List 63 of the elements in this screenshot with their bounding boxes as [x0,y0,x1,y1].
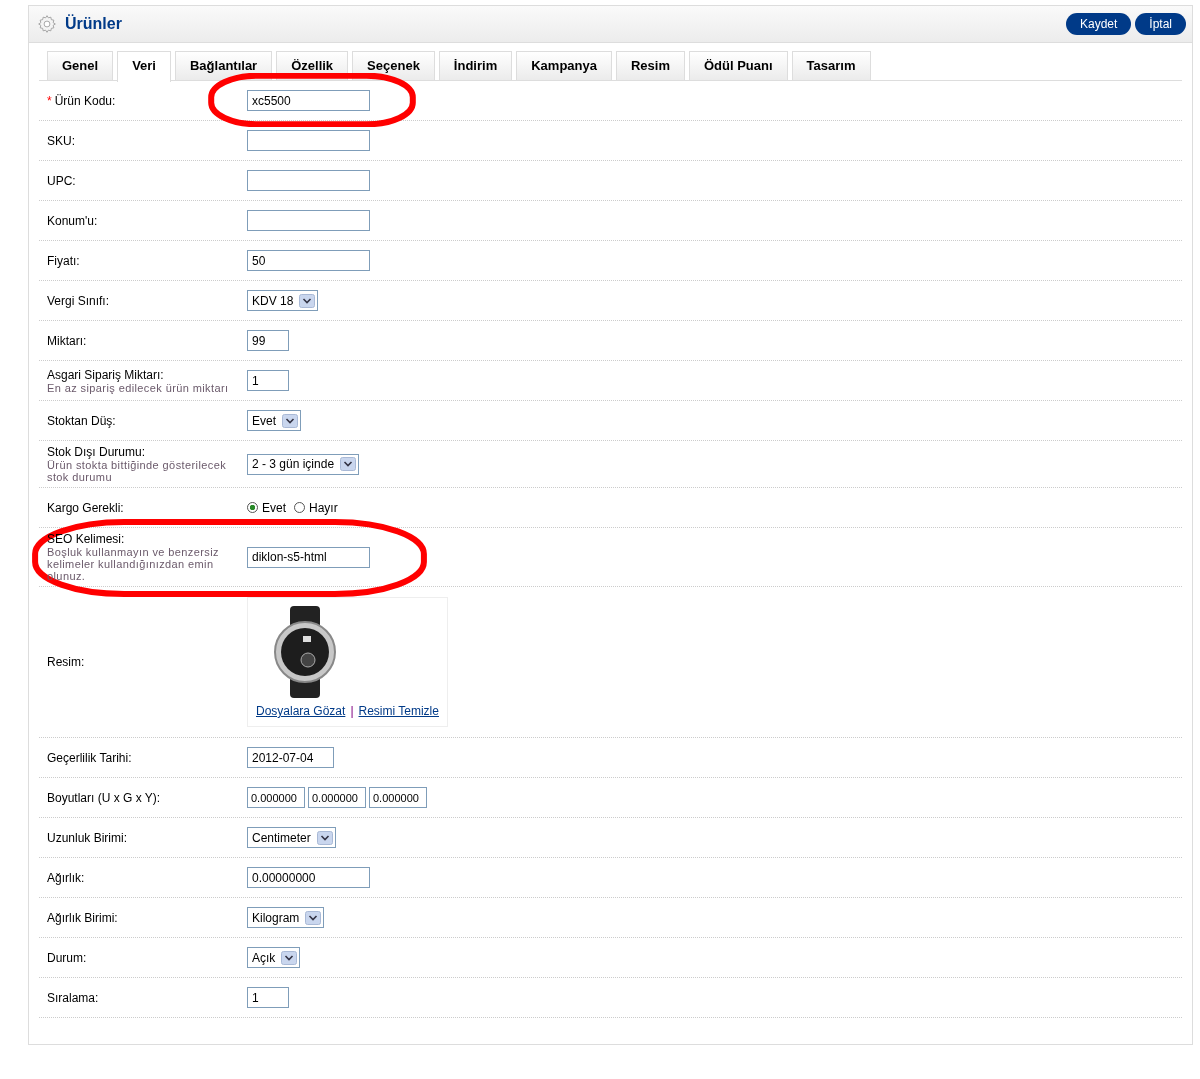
tab[interactable]: Veri [117,51,171,82]
field-label: Ağırlık: [47,870,85,885]
input-field[interactable]: 2012-07-04 [247,747,334,768]
help-text: En az sipariş edilecek ürün miktarı [47,381,230,394]
tab[interactable]: Kampanya [516,51,612,80]
field-label: Stok Dışı Durumu: [47,445,146,459]
field-label: Stoktan Düş: [47,413,116,428]
tab[interactable]: Tasarım [791,51,871,80]
input-field[interactable] [247,130,370,151]
input-field[interactable]: diklon-s5-html [247,546,370,568]
input-field[interactable]: 1 [247,370,289,391]
dropdown[interactable]: KDV 18 [247,290,319,311]
input-field[interactable]: 50 [247,250,370,271]
link-separator: | [350,704,354,718]
tab[interactable]: İndirim [438,51,513,80]
dropdown[interactable]: Centimeter [247,827,336,848]
field-label: Ürün Kodu: [54,93,116,108]
input-field[interactable]: xc5500 [247,90,370,111]
input-field[interactable]: 0.000000 [308,787,366,808]
field-label: Durum: [47,950,87,965]
input-field[interactable]: 0.000000 [369,787,427,808]
field-label: SKU: [47,133,75,148]
input-field[interactable]: 0.00000000 [247,867,370,888]
settings-icon [37,14,57,34]
dropdown[interactable]: Açık [247,947,301,968]
field-label: Miktarı: [47,333,87,348]
field-label: Asgari Sipariş Miktarı: [47,367,164,382]
radio-label: Evet [262,500,286,515]
field-label: Ağırlık Birimi: [47,910,118,925]
tab[interactable]: Bağlantılar [175,51,273,80]
browse-files-link[interactable]: Dosyalara Gözat [256,704,346,718]
input-field[interactable]: 0.000000 [247,787,305,808]
field-label: Sıralama: [47,990,99,1005]
tab[interactable]: Resim [615,51,685,80]
tab[interactable]: Genel [47,51,114,80]
save-button[interactable]: Kaydet [1065,13,1132,35]
input-field[interactable] [247,170,370,191]
dropdown[interactable]: Evet [247,410,301,431]
help-text: Ürün stokta bittiğinde gösterilecek stok durumu [47,459,228,483]
dropdown[interactable]: 2 - 3 gün içinde [247,453,360,475]
field-label: UPC: [47,173,76,188]
input-field[interactable]: 99 [247,330,289,351]
field-label: Geçerlilik Tarihi: [47,750,132,765]
field-label: Kargo Gerekli: [47,500,124,515]
field-label: Boyutları (U x G x Y): [47,790,161,805]
field-label: Konum'u: [47,213,98,228]
field-label: Vergi Sınıfı: [47,293,110,308]
radio-label: Hayır [309,500,338,515]
dropdown[interactable]: Kilogram [247,907,325,928]
radio-button[interactable] [247,502,258,513]
field-label: SEO Kelimesi: [47,532,125,546]
field-label: Fiyatı: [47,253,80,268]
field-label: Resim: [47,655,85,669]
clear-image-link[interactable]: Resimi Temizle [358,704,439,718]
help-text: Boşluk kullanmayın ve benzersiz kelimeler kullandığınızdan emin olunuz. [47,546,220,582]
radio-button[interactable] [294,502,305,513]
required-asterisk: * [47,93,52,108]
field-label: Uzunluk Birimi: [47,830,127,845]
page-title: Ürünler [65,15,122,33]
input-field[interactable] [247,210,370,231]
input-field[interactable]: 1 [247,987,289,1008]
tab[interactable]: Ödül Puanı [689,51,788,80]
cancel-button[interactable]: İptal [1135,13,1186,35]
